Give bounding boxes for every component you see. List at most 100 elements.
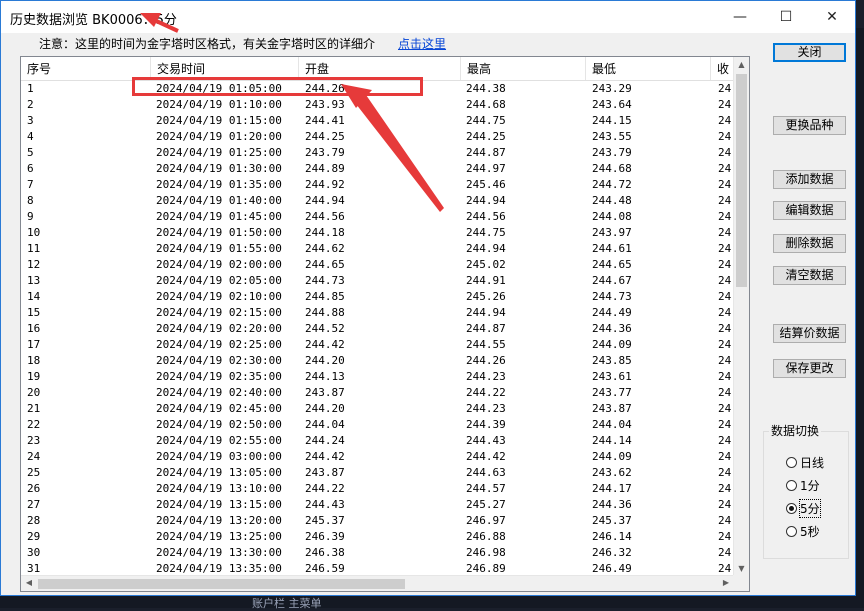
table-cell: 24: [718, 498, 732, 511]
close-button[interactable]: 关闭: [773, 43, 846, 62]
column-header[interactable]: 最高: [461, 57, 586, 80]
caption-buttons: — ☐ ✕: [717, 1, 855, 33]
table-cell: 24: [718, 370, 732, 383]
scroll-up-icon[interactable]: ▲: [734, 60, 749, 69]
data-grid[interactable]: 序号 交易时间 开盘 最高 最低收 1 2024/04/19 01:05:00 244.26…: [20, 56, 750, 592]
add-data-button[interactable]: 添加数据: [773, 170, 846, 189]
table-cell: 2024/04/19 01:40:00: [156, 194, 282, 207]
table-cell: 246.38: [305, 546, 345, 559]
table-cell: 244.20: [305, 402, 345, 415]
table-cell: 246.39: [305, 530, 345, 543]
table-cell: 24: [718, 482, 732, 495]
table-cell: 24: [27, 450, 41, 463]
clear-data-button[interactable]: 清空数据: [773, 266, 846, 285]
scroll-down-icon[interactable]: ▼: [734, 564, 749, 573]
change-symbol-button[interactable]: 更换品种: [773, 116, 846, 135]
click-here-link[interactable]: 点击这里: [398, 35, 446, 52]
table-cell: 246.88: [466, 530, 506, 543]
radio-circle-icon[interactable]: [786, 479, 797, 491]
column-header[interactable]: 最低: [586, 57, 711, 80]
table-row[interactable]: 28 2024/04/19 13:20:00 245.37 246.97 245.37 2…: [21, 513, 737, 529]
radio-option[interactable]: 5分: [786, 498, 821, 518]
scroll-left-icon[interactable]: ◀: [23, 578, 35, 587]
table-row[interactable]: 25 2024/04/19 13:05:00 243.87 244.63 243.62 2…: [21, 465, 737, 481]
table-row[interactable]: 27 2024/04/19 13:15:00 244.43 245.27 244.36 2…: [21, 497, 737, 513]
table-row[interactable]: 4 2024/04/19 01:20:00 244.25 244.25 243.55 24: [21, 129, 737, 145]
table-row[interactable]: 29 2024/04/19 13:25:00 246.39 246.88 246.14 2…: [21, 529, 737, 545]
table-cell: 4: [27, 130, 34, 143]
table-row[interactable]: 13 2024/04/19 02:05:00 244.73 244.91 244.67 2…: [21, 273, 737, 289]
table-row[interactable]: 6 2024/04/19 01:30:00 244.89 244.97 244.68 24: [21, 161, 737, 177]
table-row[interactable]: 9 2024/04/19 01:45:00 244.56 244.56 244.08 24: [21, 209, 737, 225]
table-cell: 244.04: [592, 418, 632, 431]
maximize-button[interactable]: ☐: [763, 1, 809, 33]
table-row[interactable]: 11 2024/04/19 01:55:00 244.62 244.94 244.61 2…: [21, 241, 737, 257]
table-row[interactable]: 8 2024/04/19 01:40:00 244.94 244.94 244.48 24: [21, 193, 737, 209]
table-cell: 24: [718, 98, 732, 111]
table-cell: 243.87: [305, 386, 345, 399]
vertical-scrollbar[interactable]: ▲ ▼: [733, 57, 749, 576]
table-row[interactable]: 2 2024/04/19 01:10:00 243.93 244.68 243.64 24: [21, 97, 737, 113]
table-row[interactable]: 17 2024/04/19 02:25:00 244.42 244.55 244.09 2…: [21, 337, 737, 353]
table-cell: 2024/04/19 13:20:00: [156, 514, 282, 527]
radio-option[interactable]: 1分: [786, 477, 820, 493]
table-cell: 2024/04/19 02:25:00: [156, 338, 282, 351]
table-cell: 244.94: [466, 306, 506, 319]
table-row[interactable]: 16 2024/04/19 02:20:00 244.52 244.87 244.36 2…: [21, 321, 737, 337]
table-cell: 244.15: [592, 114, 632, 127]
title-bar[interactable]: 历史数据浏览 BK0006：5分 — ☐ ✕: [1, 1, 855, 33]
table-row[interactable]: 20 2024/04/19 02:40:00 243.87 244.22 243.77 2…: [21, 385, 737, 401]
radio-option[interactable]: 日线: [786, 454, 824, 470]
table-row[interactable]: 26 2024/04/19 13:10:00 244.22 244.57 244.17 2…: [21, 481, 737, 497]
delete-data-button[interactable]: 删除数据: [773, 234, 846, 253]
radio-circle-icon[interactable]: [786, 502, 797, 514]
radio-option[interactable]: 5秒: [786, 523, 820, 539]
background-window-edge-right: [856, 28, 864, 608]
save-changes-button[interactable]: 保存更改: [773, 359, 846, 378]
table-cell: 244.56: [466, 210, 506, 223]
edit-data-button[interactable]: 编辑数据: [773, 201, 846, 220]
table-cell: 244.08: [592, 210, 632, 223]
table-row[interactable]: 19 2024/04/19 02:35:00 244.13 244.23 243.61 2…: [21, 369, 737, 385]
table-cell: 7: [27, 178, 34, 191]
table-row[interactable]: 15 2024/04/19 02:15:00 244.88 244.94 244.49 2…: [21, 305, 737, 321]
table-cell: 243.62: [592, 466, 632, 479]
table-cell: 244.62: [305, 242, 345, 255]
horizontal-scrollbar[interactable]: ◀ ▶: [21, 575, 735, 591]
vertical-scroll-thumb[interactable]: [736, 74, 747, 287]
table-row[interactable]: 30 2024/04/19 13:30:00 246.38 246.98 246.32 2…: [21, 545, 737, 561]
table-cell: 30: [27, 546, 41, 559]
table-cell: 245.46: [466, 178, 506, 191]
radio-label: 5分: [799, 498, 821, 518]
close-window-button[interactable]: ✕: [809, 1, 855, 33]
table-cell: 245.26: [466, 290, 506, 303]
annotation-highlight-box: [132, 77, 423, 96]
table-row[interactable]: 7 2024/04/19 01:35:00 244.92 245.46 244.72 24: [21, 177, 737, 193]
table-cell: 27: [27, 498, 41, 511]
table-row[interactable]: 10 2024/04/19 01:50:00 244.18 244.75 243.97 2…: [21, 225, 737, 241]
table-cell: 16: [27, 322, 41, 335]
table-cell: 15: [27, 306, 41, 319]
horizontal-scroll-thumb[interactable]: [38, 579, 405, 589]
table-cell: 24: [718, 242, 732, 255]
radio-circle-icon[interactable]: [786, 456, 797, 468]
table-cell: 1: [27, 82, 34, 95]
table-row[interactable]: 12 2024/04/19 02:00:00 244.65 245.02 244.65 2…: [21, 257, 737, 273]
table-cell: 245.02: [466, 258, 506, 271]
table-cell: 24: [718, 258, 732, 271]
table-row[interactable]: 3 2024/04/19 01:15:00 244.41 244.75 244.15 24: [21, 113, 737, 129]
radio-circle-icon[interactable]: [786, 525, 797, 537]
settlement-data-button[interactable]: 结算价数据: [773, 324, 846, 343]
table-row[interactable]: 18 2024/04/19 02:30:00 244.20 244.26 243.85 2…: [21, 353, 737, 369]
table-row[interactable]: 24 2024/04/19 03:00:00 244.42 244.42 244.09 2…: [21, 449, 737, 465]
table-row[interactable]: 23 2024/04/19 02:55:00 244.24 244.43 244.14 2…: [21, 433, 737, 449]
table-row[interactable]: 22 2024/04/19 02:50:00 244.04 244.39 244.04 2…: [21, 417, 737, 433]
table-cell: 24: [718, 194, 732, 207]
table-row[interactable]: 5 2024/04/19 01:25:00 243.79 244.87 243.79 24: [21, 145, 737, 161]
scroll-right-icon[interactable]: ▶: [720, 578, 732, 587]
table-row[interactable]: 21 2024/04/19 02:45:00 244.20 244.23 243.87 2…: [21, 401, 737, 417]
table-cell: 3: [27, 114, 34, 127]
minimize-button[interactable]: —: [717, 1, 763, 33]
table-cell: 244.87: [466, 146, 506, 159]
table-row[interactable]: 14 2024/04/19 02:10:00 244.85 245.26 244.73 2…: [21, 289, 737, 305]
